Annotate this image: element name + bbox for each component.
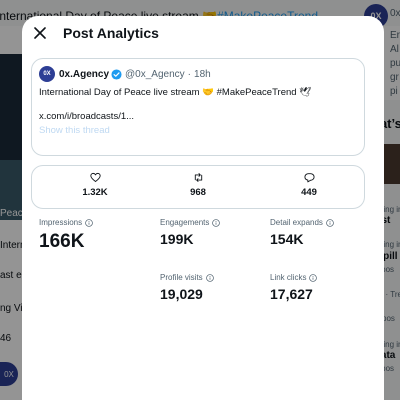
detail-expands-label-text: Detail expands: [270, 218, 323, 227]
info-icon[interactable]: [85, 218, 93, 227]
close-button[interactable]: [30, 23, 50, 43]
author-handle[interactable]: @0x_Agency: [125, 69, 185, 80]
engagements-label: Engagements: [160, 218, 221, 227]
detail-expands-label: Detail expands: [270, 218, 334, 227]
avatar[interactable]: 0X: [39, 66, 55, 82]
modal-header: Post Analytics: [22, 16, 384, 50]
heart-icon: [89, 172, 101, 183]
post-text: International Day of Peace live stream 🤝…: [39, 87, 312, 98]
impressions-label: Impressions: [39, 218, 93, 227]
link-clicks-label-text: Link clicks: [270, 273, 307, 282]
close-icon: [34, 27, 46, 39]
show-thread-link[interactable]: Show this thread: [39, 125, 110, 136]
replies-stat: 449: [274, 172, 344, 198]
post-author-row: 0X 0x.Agency @0x_Agency · 18h: [39, 66, 211, 82]
impressions-metric: Impressions 166K: [39, 218, 93, 253]
post-preview-card[interactable]: 0X 0x.Agency @0x_Agency · 18h Internatio…: [31, 58, 365, 156]
replies-count: 449: [301, 187, 317, 198]
likes-count: 1.32K: [82, 187, 108, 198]
info-icon[interactable]: [212, 218, 221, 227]
engagements-label-text: Engagements: [160, 218, 210, 227]
repost-icon: [193, 172, 204, 183]
modal-title: Post Analytics: [63, 25, 159, 41]
detail-expands-metric: Detail expands 154K: [270, 218, 334, 247]
profile-visits-label: Profile visits: [160, 273, 214, 282]
detail-expands-value: 154K: [270, 231, 304, 247]
reply-icon: [303, 172, 315, 183]
reposts-stat: 968: [163, 172, 233, 198]
link-clicks-metric: Link clicks 17,627: [270, 273, 318, 302]
profile-visits-label-text: Profile visits: [160, 273, 203, 282]
separator-dot: ·: [187, 68, 192, 80]
profile-visits-metric: Profile visits 19,029: [160, 273, 214, 302]
author-name[interactable]: 0x.Agency: [59, 69, 109, 80]
verified-badge-icon: [111, 68, 122, 80]
info-icon[interactable]: [326, 218, 334, 227]
impressions-label-text: Impressions: [39, 218, 83, 227]
engagements-metric: Engagements 199K: [160, 218, 221, 247]
link-clicks-label: Link clicks: [270, 273, 318, 282]
info-icon[interactable]: [205, 273, 214, 282]
likes-stat: 1.32K: [60, 172, 130, 198]
profile-visits-value: 19,029: [160, 286, 203, 302]
info-icon[interactable]: [309, 273, 318, 282]
impressions-value: 166K: [39, 231, 85, 252]
engagement-summary: 1.32K 968 449: [31, 165, 365, 209]
post-timestamp[interactable]: 18h: [194, 69, 211, 80]
reposts-count: 968: [190, 187, 206, 198]
link-clicks-value: 17,627: [270, 286, 313, 302]
post-analytics-modal: Post Analytics 0X 0x.Agency @0x_Agency ·…: [22, 16, 384, 400]
post-link[interactable]: x.com/i/broadcasts/1...: [39, 111, 134, 122]
engagements-value: 199K: [160, 231, 194, 247]
